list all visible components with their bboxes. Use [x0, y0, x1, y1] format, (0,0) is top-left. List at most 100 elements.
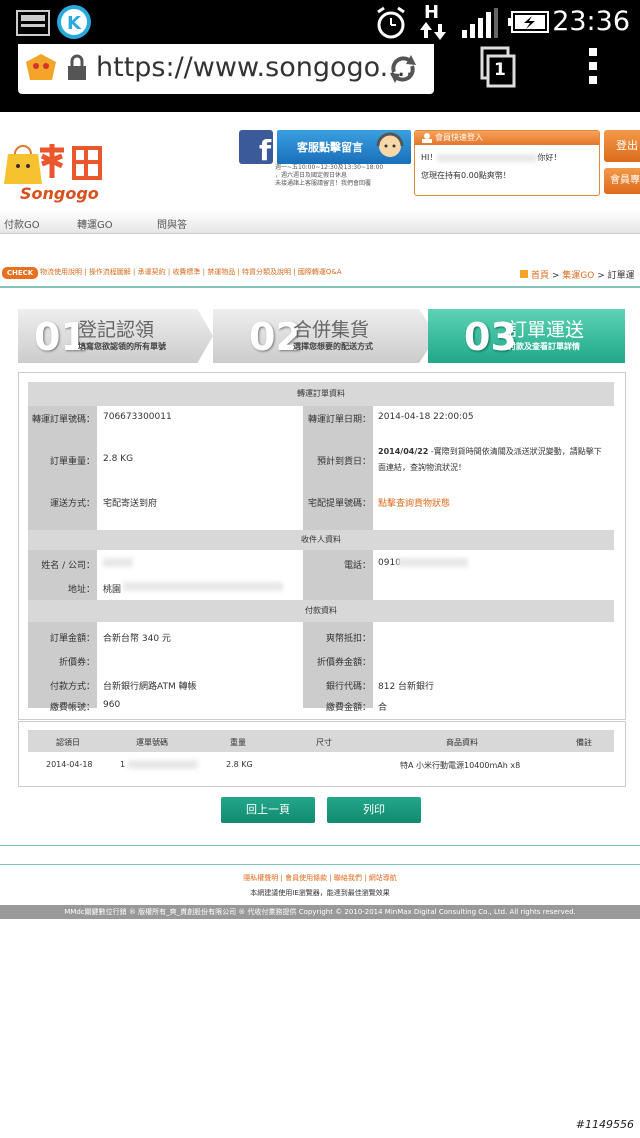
- order-date-value: 2014-04-18 22:00:05: [378, 412, 474, 422]
- col-product: 商品資料: [446, 738, 478, 747]
- print-button[interactable]: 列印: [327, 797, 421, 823]
- back-button[interactable]: 回上一頁: [221, 797, 315, 823]
- check-link[interactable]: 物流使用說明: [40, 268, 82, 276]
- order-no-value: 706673300011: [103, 412, 172, 422]
- service-hours-line: 未接通諸上客服請留言！我們會回覆: [275, 180, 372, 187]
- step-1-subtitle: 填寫您欲認領的所有單號: [78, 342, 166, 351]
- signal-icon: [462, 8, 498, 38]
- address-label: 地址：: [67, 585, 95, 595]
- amount-value: 合新台幣 340 元: [103, 634, 171, 644]
- refresh-icon[interactable]: [386, 52, 420, 86]
- menu-item-shipgo[interactable]: 轉運GO: [77, 216, 113, 231]
- order-table: 轉運訂單資料 收件人資料 付款資料 轉運訂單號碼： 706673300011 轉…: [28, 382, 614, 713]
- check-link[interactable]: 特貨分類及說明: [242, 268, 291, 276]
- step-2-title: 合併集貨: [293, 319, 370, 341]
- col-waybill: 運單號碼: [136, 738, 168, 747]
- clock: 23:36: [552, 6, 630, 37]
- breadcrumb-current: 訂單運: [607, 271, 635, 281]
- member-user-icon: [422, 133, 432, 143]
- menu-item-faq[interactable]: 問與答: [157, 216, 187, 231]
- row-date: 2014-04-18: [46, 760, 93, 769]
- bank-code-label: 銀行代碼：: [325, 682, 371, 692]
- footer-links[interactable]: 隱私權聲明 | 會員使用條款 | 聯絡我們 | 網站導航: [0, 873, 640, 883]
- coupon-amount-label: 折價券金額：: [316, 658, 371, 668]
- address-redacted: [123, 582, 283, 591]
- svg-text:K: K: [67, 13, 82, 34]
- tabs-count: 1: [494, 60, 506, 80]
- customer-service-label: 客服點擊留言: [297, 141, 363, 154]
- step-3-title: 訂單運送: [508, 319, 585, 341]
- col-note: 備註: [576, 738, 592, 747]
- row-product: 特A 小米行動電源10400mAh x8: [400, 761, 521, 770]
- phone-redacted: [398, 558, 468, 567]
- support-agent-icon: [376, 132, 404, 157]
- menu-item-paygo[interactable]: 付款GO: [4, 216, 40, 231]
- step-bar: 01 登記認領 填寫您欲認領的所有單號 02 合併集貨 選擇您想要的配送方式 0…: [18, 309, 625, 363]
- row-weight: 2.8 KG: [226, 760, 253, 769]
- service-hours: 週一~五10:00~12:30及13:30~18:00 ，週六週日及國定假日休息…: [275, 164, 383, 188]
- divider: [0, 286, 640, 288]
- status-bar: K H 23:36: [0, 0, 640, 44]
- eta-date: 2014/04/22: [378, 447, 429, 456]
- value-cell: [373, 622, 614, 708]
- copyright-text: MMdc關鍵數位行銷 ® 版權所有_爽_貫創股份有限公司 ® 代收付業務提供 C…: [64, 908, 576, 916]
- member-email-redacted: [437, 153, 538, 162]
- check-link[interactable]: 操作流程圖解: [89, 268, 131, 276]
- customer-service-button[interactable]: 客服點擊留言: [277, 130, 411, 164]
- table-row: 2014-04-18 1 2.8 KG 特A 小米行動電源10400mAh x8: [28, 754, 614, 774]
- col-weight: 重量: [230, 738, 246, 747]
- breadcrumb-section[interactable]: 集運GO: [562, 271, 594, 281]
- address-bar[interactable]: https://www.songogo....: [18, 44, 434, 94]
- home-icon: [520, 270, 528, 278]
- ship-method-value: 宅配寄送到府: [103, 499, 158, 509]
- site-favicon-icon: [26, 54, 56, 80]
- breadcrumb-home[interactable]: 首頁: [531, 271, 549, 281]
- bank-code-value: 812 台新銀行: [378, 682, 435, 692]
- check-link[interactable]: 國際轉運Q&A: [298, 268, 342, 276]
- fee-label: 繳費金額：: [325, 703, 371, 713]
- svg-text:f: f: [259, 134, 272, 164]
- watermark: #1149556: [575, 1118, 634, 1131]
- name-redacted: [103, 558, 133, 567]
- facebook-icon[interactable]: f: [239, 130, 273, 164]
- member-panel-header: 會員快速登入: [415, 131, 599, 145]
- address-value: 桃園: [103, 585, 122, 595]
- step-2: 02 合併集貨 選擇您想要的配送方式: [213, 309, 437, 363]
- logo-chinese-mark: [40, 144, 102, 180]
- alarm-icon: [377, 6, 405, 39]
- phone-label: 電話：: [343, 561, 371, 571]
- member-points: 您現在持有0.00點爽幣！: [421, 171, 511, 180]
- check-link[interactable]: 禁運物品: [207, 268, 235, 276]
- service-hours-line: 週一~五10:00~12:30及13:30~18:00: [275, 164, 384, 171]
- order-date-label: 轉運訂單日期：: [307, 415, 371, 425]
- check-badge: CHECK: [2, 267, 38, 279]
- main-menu: 付款GO 轉運GO 問與答: [0, 210, 640, 234]
- check-link[interactable]: 收費標準: [172, 268, 200, 276]
- tabs-button[interactable]: 1: [478, 46, 518, 90]
- member-greeting: HI！ 你好！: [421, 152, 597, 163]
- logout-button[interactable]: 登出: [604, 130, 640, 162]
- value-cell: [97, 406, 303, 530]
- tracking-label: 宅配提單號碼：: [307, 499, 371, 509]
- name-label: 姓名 / 公司：: [41, 561, 95, 571]
- waybill-redacted: [128, 760, 198, 769]
- footer-divider: [0, 845, 640, 846]
- service-hours-line: ，週六週日及國定假日休息: [275, 172, 348, 179]
- gallery-notification-icon: [16, 10, 50, 36]
- eta-value: 2014/04/22 -實際到貨時間依清關及派送狀況變動，請點擊下面連結，查詢物…: [378, 444, 608, 476]
- url-text[interactable]: https://www.songogo....: [96, 52, 414, 83]
- site-logo[interactable]: Songogo: [0, 138, 110, 208]
- overflow-menu-icon[interactable]: [586, 46, 600, 86]
- step-1: 01 登記認領 填寫您欲認領的所有單號: [18, 309, 213, 363]
- coupon-label: 折價券：: [58, 658, 95, 668]
- check-link[interactable]: 承運契約: [138, 268, 166, 276]
- network-type-label: H: [424, 2, 440, 23]
- eta-label: 預計到貨日：: [316, 457, 371, 467]
- section-header-order: 轉運訂單資料: [28, 382, 614, 406]
- tracking-link[interactable]: 點擊查詢貨物狀態: [378, 496, 450, 509]
- footer-browser-tip: 本網建議使用IE瀏覽器，能達到最佳瀏覽效果: [250, 889, 390, 897]
- member-center-button[interactable]: 會員專: [604, 168, 640, 194]
- fee-value: 合: [378, 703, 388, 713]
- step-3-active: 03 訂單運送 付款及查看訂單詳情: [428, 309, 625, 363]
- weight-label: 訂單重量：: [49, 457, 95, 467]
